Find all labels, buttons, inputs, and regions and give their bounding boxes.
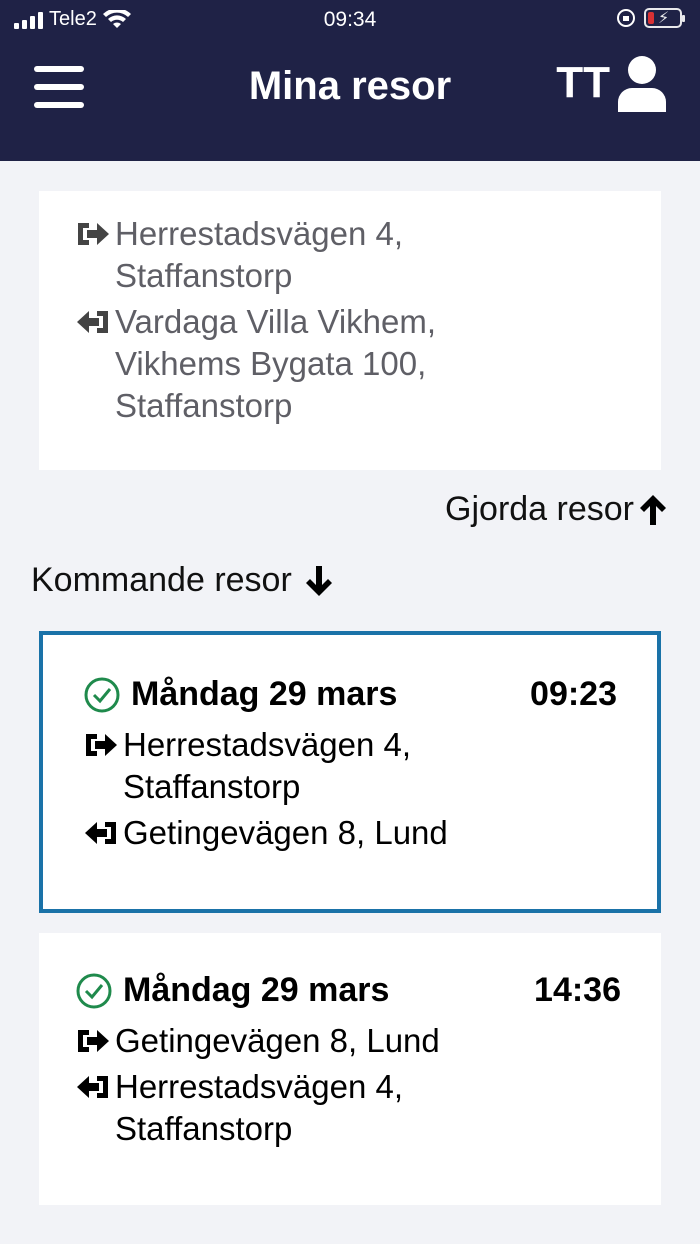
user-icon [618, 56, 666, 112]
dropoff-row: Vardaga Villa Vikhem, Vikhems Bygata 100,… [75, 301, 661, 427]
dropoff-row: Herrestadsvägen 4, Staffanstorp [75, 1066, 621, 1150]
trip-date: Måndag 29 mars [131, 675, 398, 713]
profile-button[interactable]: TT [556, 54, 668, 112]
pickup-row: Herrestadsvägen 4, Staffanstorp [75, 213, 661, 297]
past-trip-card[interactable]: Herrestadsvägen 4, Staffanstorp Vardaga V… [39, 191, 661, 470]
dropoff-icon [77, 1076, 108, 1098]
dropoff-icon [77, 311, 108, 333]
clock: 09:34 [323, 8, 377, 31]
app-header: Tele2 09:34 ⚡ Mina resor TT [0, 0, 700, 161]
pickup-icon [78, 223, 109, 245]
user-initials: TT [556, 58, 610, 107]
upcoming-trips-link[interactable]: Kommande resor [31, 561, 334, 600]
status-bar: Tele2 09:34 ⚡ [0, 0, 700, 40]
arrow-down-icon [305, 565, 332, 596]
pickup-row: Herrestadsvägen 4, Staffanstorp [83, 724, 617, 808]
orientation-lock-icon [617, 9, 635, 27]
trip-card[interactable]: Måndag 29 mars 14:36 Getingevägen 8, Lun… [39, 933, 661, 1205]
pickup-icon [86, 734, 117, 756]
trip-time: 14:36 [534, 971, 621, 1009]
battery-icon: ⚡ [644, 8, 685, 28]
trip-date: Måndag 29 mars [123, 971, 390, 1009]
dropoff-row: Getingevägen 8, Lund [83, 812, 617, 854]
check-circle-icon [76, 973, 112, 1008]
trip-card[interactable]: Måndag 29 mars 09:23 Herrestadsvägen 4, S… [39, 631, 661, 913]
dropoff-icon [85, 822, 116, 844]
trip-time: 09:23 [530, 675, 617, 713]
check-circle-icon [84, 677, 120, 712]
done-trips-link[interactable]: Gjorda resor [445, 490, 668, 529]
pickup-row: Getingevägen 8, Lund [75, 1020, 621, 1062]
pickup-icon [78, 1030, 109, 1052]
arrow-up-icon [640, 494, 666, 525]
